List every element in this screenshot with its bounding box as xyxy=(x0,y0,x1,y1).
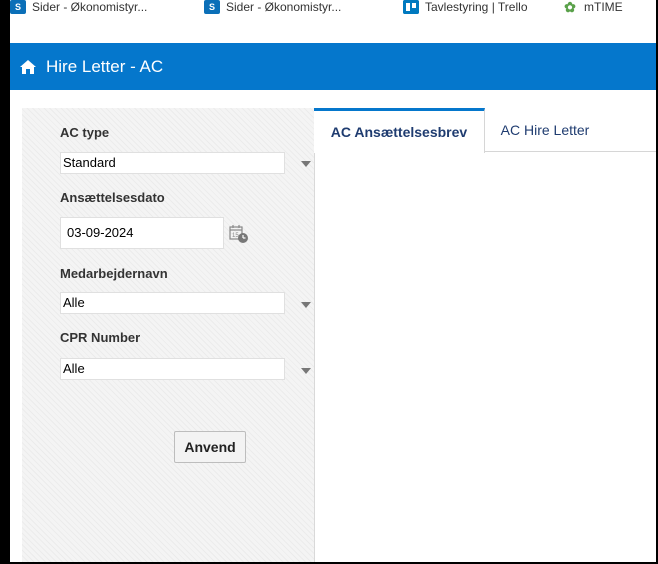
date-label: Ansættelsesdato xyxy=(60,190,165,205)
bookmark-label: Sider - Økonomistyr... xyxy=(32,0,148,14)
tab-ac-hire-letter[interactable]: AC Hire Letter xyxy=(485,108,605,152)
apply-button[interactable]: Anvend xyxy=(174,431,246,463)
bookmark-label: Sider - Økonomistyr... xyxy=(226,0,342,14)
cpr-label: CPR Number xyxy=(60,330,141,345)
app-header: Hire Letter - AC xyxy=(10,43,656,90)
employee-select[interactable]: Alle xyxy=(60,292,285,314)
bookmark-item[interactable]: Tavlestyring | Trello xyxy=(403,0,528,18)
report-tabs: AC Ansættelsesbrev AC Hire Letter xyxy=(314,108,656,153)
bookmark-label: mTIME xyxy=(584,0,623,14)
chevron-down-icon[interactable] xyxy=(301,161,311,167)
cpr-select[interactable]: Alle xyxy=(60,358,285,380)
employee-label: Medarbejdernavn xyxy=(60,266,168,281)
filter-panel: AC type Standard Ansættelsesdato 03-09-2… xyxy=(22,108,315,562)
date-input[interactable]: 03-09-2024 xyxy=(60,217,224,249)
chevron-down-icon[interactable] xyxy=(301,302,311,308)
bookmark-item[interactable]: S Sider - Økonomistyr... xyxy=(10,0,147,18)
bookmark-item[interactable]: ✿ mTIME xyxy=(562,0,623,18)
trello-icon xyxy=(403,0,419,14)
sharepoint-icon: S xyxy=(204,0,220,14)
calendar-icon[interactable]: 15 xyxy=(229,224,249,244)
tab-ac-ansaettelsesbrev[interactable]: AC Ansættelsesbrev xyxy=(314,108,485,153)
page-title: Hire Letter - AC xyxy=(46,56,164,76)
bookmark-label: Tavlestyring | Trello xyxy=(425,0,528,14)
mtime-icon: ✿ xyxy=(564,0,576,15)
window-frame-left xyxy=(0,0,10,564)
sharepoint-icon: S xyxy=(10,0,26,14)
ac-type-select[interactable]: Standard xyxy=(60,152,285,174)
bookmark-item[interactable]: S Sider - Økonomistyr... xyxy=(204,0,341,18)
home-icon[interactable] xyxy=(18,57,38,77)
bookmarks-bar: S Sider - Økonomistyr... S Sider - Økono… xyxy=(10,0,656,26)
chevron-down-icon[interactable] xyxy=(301,368,311,374)
ac-type-label: AC type xyxy=(60,125,110,140)
